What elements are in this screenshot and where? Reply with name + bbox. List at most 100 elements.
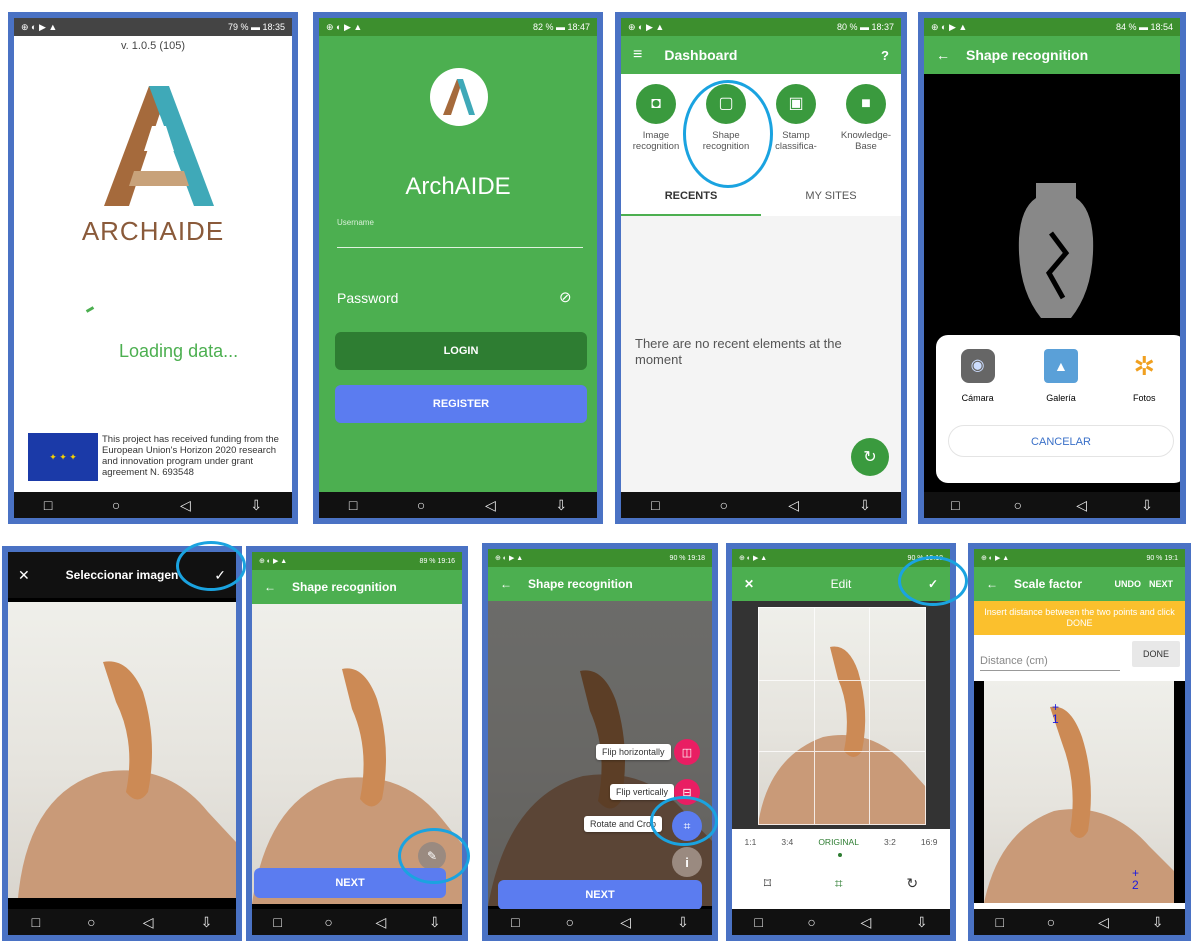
option-photos[interactable]: ✲ Fotos — [1114, 349, 1174, 403]
measure-point-1[interactable]: +1 — [1052, 701, 1059, 725]
aspect-ratio-row: 1:1 3:4 ORIGINAL 3:2 16:9 — [732, 837, 950, 847]
notification-icon[interactable]: ⇩ — [555, 497, 567, 514]
circle-icon[interactable]: ○ — [807, 914, 815, 930]
notification-icon[interactable]: ⇩ — [916, 914, 928, 931]
circle-icon[interactable]: ○ — [720, 497, 728, 513]
arrow-back-icon[interactable]: ← — [264, 580, 276, 594]
square-icon[interactable]: □ — [32, 914, 40, 930]
next-button[interactable]: NEXT — [498, 880, 702, 910]
screen-chooser: ⊕ ◐ ▶ ▲ 84 % ▬ 18:54 ← Shape recognition ◉… — [918, 12, 1186, 524]
ratio-3-4[interactable]: 3:4 — [781, 837, 793, 847]
done-button[interactable]: DONE — [1132, 641, 1180, 667]
back-icon[interactable]: ◁ — [861, 914, 872, 931]
register-button[interactable]: REGISTER — [335, 385, 587, 423]
square-icon[interactable]: □ — [951, 497, 959, 513]
notification-icon[interactable]: ⇩ — [1141, 497, 1153, 514]
status-bar: ⊕ ◐ ▶ ▲ 90 % 19:1 — [974, 549, 1185, 567]
dashboard-item-knowledge[interactable]: ■ Knowledge-Base — [835, 84, 897, 194]
circle-icon[interactable]: ○ — [112, 497, 120, 513]
highlight-circle — [898, 556, 968, 606]
dashboard-item-stamp[interactable]: ▣ Stamp classifica- — [765, 84, 827, 194]
password-label[interactable]: Password — [337, 290, 398, 306]
camera-icon: ◉ — [960, 349, 995, 383]
crop-icon[interactable]: ⌗ — [835, 875, 843, 892]
ratio-16-9[interactable]: 16:9 — [921, 837, 938, 847]
login-button[interactable]: LOGIN — [335, 332, 587, 370]
status-bar: ⊕ ◐ ▶ ▲ 82 % ▬ 18:47 — [319, 18, 597, 36]
next-button[interactable]: NEXT — [1149, 579, 1173, 589]
circle-icon[interactable]: ○ — [324, 914, 332, 930]
square-icon[interactable]: □ — [511, 914, 519, 930]
ratio-original[interactable]: ORIGINAL — [818, 837, 859, 847]
back-icon[interactable]: ◁ — [376, 914, 387, 931]
notification-icon[interactable]: ⇩ — [677, 914, 689, 931]
flip-horizontal-icon[interactable]: ◫ — [674, 739, 700, 765]
menu-flip-vertical-label[interactable]: Flip vertically — [610, 784, 675, 800]
option-gallery[interactable]: ▲ Galería — [1031, 349, 1091, 403]
selected-ratio-dot — [838, 853, 842, 857]
menu-flip-horizontal-label[interactable]: Flip horizontally — [596, 744, 671, 760]
square-icon[interactable]: □ — [349, 497, 357, 513]
crop-photo — [758, 607, 926, 825]
circle-icon[interactable]: ○ — [1014, 497, 1022, 513]
square-icon[interactable]: □ — [995, 914, 1003, 930]
back-icon[interactable]: ◁ — [620, 914, 631, 931]
tab-recents[interactable]: RECENTS — [621, 190, 761, 216]
crop-frame-icon[interactable]: ⌑ — [764, 875, 771, 892]
notification-icon[interactable]: ⇩ — [201, 914, 213, 931]
notification-icon[interactable]: ⇩ — [250, 497, 262, 514]
nav-bar: □ ○ ◁ ⇩ — [732, 909, 950, 935]
measure-point-2[interactable]: +2 — [1132, 867, 1139, 891]
back-icon[interactable]: ◁ — [485, 497, 496, 514]
stamp-icon: ▣ — [776, 84, 816, 124]
screen-splash: ⊕ ◐ ▶ ▲ 79 % ▬ 18:35 v. 1.0.5 (105) ARCHA… — [8, 12, 298, 524]
square-icon[interactable]: □ — [273, 914, 281, 930]
app-bar: ← Scale factor UNDO NEXT — [974, 567, 1185, 601]
notification-icon[interactable]: ⇩ — [1152, 914, 1164, 931]
arrow-back-icon[interactable]: ← — [986, 577, 998, 591]
visibility-off-icon[interactable]: ⊘ — [559, 288, 572, 306]
back-icon[interactable]: ◁ — [788, 497, 799, 514]
back-icon[interactable]: ◁ — [1098, 914, 1109, 931]
close-icon[interactable]: ✕ — [744, 577, 754, 591]
square-icon[interactable]: □ — [651, 497, 659, 513]
ratio-3-2[interactable]: 3:2 — [884, 837, 896, 847]
undo-button[interactable]: UNDO — [1114, 579, 1141, 589]
cancel-button[interactable]: CANCELAR — [948, 425, 1174, 457]
back-icon[interactable]: ◁ — [180, 497, 191, 514]
circle-icon[interactable]: ○ — [87, 914, 95, 930]
distance-input[interactable]: Distance (cm) — [980, 649, 1120, 671]
back-icon[interactable]: ◁ — [143, 914, 154, 931]
ratio-1-1[interactable]: 1:1 — [745, 837, 757, 847]
username-field[interactable]: Username — [337, 218, 583, 248]
loading-spinner-icon — [85, 306, 95, 313]
dashboard-item-label: Stamp classifica- — [775, 130, 817, 152]
edit-tools-row: ⌑ ⌗ ↻ — [732, 875, 950, 892]
menu-icon[interactable]: ≡ — [633, 46, 642, 64]
arrow-back-icon[interactable]: ← — [936, 47, 950, 63]
dashboard-item-image[interactable]: ◘ Image recognition — [625, 84, 687, 194]
notification-icon[interactable]: ⇩ — [859, 497, 871, 514]
selected-photo — [8, 602, 236, 898]
broken-vase-icon — [1018, 183, 1094, 318]
square-icon[interactable]: □ — [754, 914, 762, 930]
arrow-back-icon[interactable]: ← — [500, 577, 512, 591]
crop-grid[interactable] — [758, 607, 926, 825]
instruction-banner: Insert distance between the two points a… — [974, 601, 1185, 635]
info-icon[interactable]: i — [672, 847, 702, 877]
circle-icon[interactable]: ○ — [417, 497, 425, 513]
close-icon[interactable]: ✕ — [18, 567, 30, 584]
square-icon[interactable]: □ — [44, 497, 52, 513]
rotate-icon[interactable]: ↻ — [906, 875, 918, 892]
option-camera[interactable]: ◉ Cámara — [948, 349, 1008, 403]
refresh-button[interactable]: ↻ — [851, 438, 889, 476]
screen-shape-menu: ⊕ ◐ ▶ ▲ 90 % 19:18 ← Shape recognition Fli… — [482, 543, 718, 941]
back-icon[interactable]: ◁ — [1076, 497, 1087, 514]
notification-icon[interactable]: ⇩ — [429, 914, 441, 931]
tab-my-sites[interactable]: MY SITES — [761, 190, 901, 216]
circle-icon[interactable]: ○ — [1047, 914, 1055, 930]
page-title: Seleccionar imagen — [65, 568, 179, 582]
circle-icon[interactable]: ○ — [566, 914, 574, 930]
help-icon[interactable]: ? — [881, 48, 889, 63]
funding-text: This project has received funding from t… — [102, 434, 279, 478]
